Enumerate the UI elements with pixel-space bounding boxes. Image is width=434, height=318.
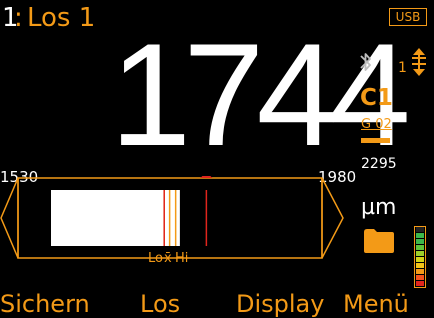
probe-icon [412, 48, 426, 76]
batch-softkey[interactable]: Los [140, 290, 180, 318]
battery-segment [416, 227, 424, 232]
batch-name[interactable]: Los 1 [27, 3, 95, 33]
battery-segment [416, 275, 424, 280]
lo-label: Lo [148, 251, 163, 266]
upper-limit-value: 2295 [361, 156, 397, 172]
mean-label: x̄ [164, 251, 172, 266]
measurement-reading: 1744 [110, 13, 411, 176]
battery-segment [416, 251, 424, 256]
bar-left-arrow [0, 177, 19, 259]
probe-number: 1 [398, 60, 407, 76]
bar-right-arrow [321, 177, 344, 259]
unit-label: µm [361, 195, 397, 220]
battery-segment [416, 233, 424, 238]
battery-segment [416, 257, 424, 262]
bar-graph [0, 176, 344, 259]
battery-indicator [414, 226, 426, 288]
group-bar [361, 138, 390, 143]
battery-segment [416, 239, 424, 244]
bar-fill [51, 190, 180, 246]
display-softkey[interactable]: Display [236, 290, 324, 318]
group-label: G 02 [361, 117, 392, 132]
menu-softkey[interactable]: Menü [343, 290, 409, 318]
folder-icon [364, 229, 394, 253]
battery-segment [416, 269, 424, 274]
calibration-label: C1 [360, 85, 393, 111]
battery-segment [416, 263, 424, 268]
save-softkey[interactable]: Sichern [0, 290, 90, 318]
batch-separator: : [14, 3, 23, 33]
hi-label: Hi [175, 251, 189, 266]
bluetooth-icon [360, 53, 371, 71]
upper-limit-marker [200, 176, 213, 178]
battery-segment [416, 281, 424, 286]
battery-segment [416, 245, 424, 250]
